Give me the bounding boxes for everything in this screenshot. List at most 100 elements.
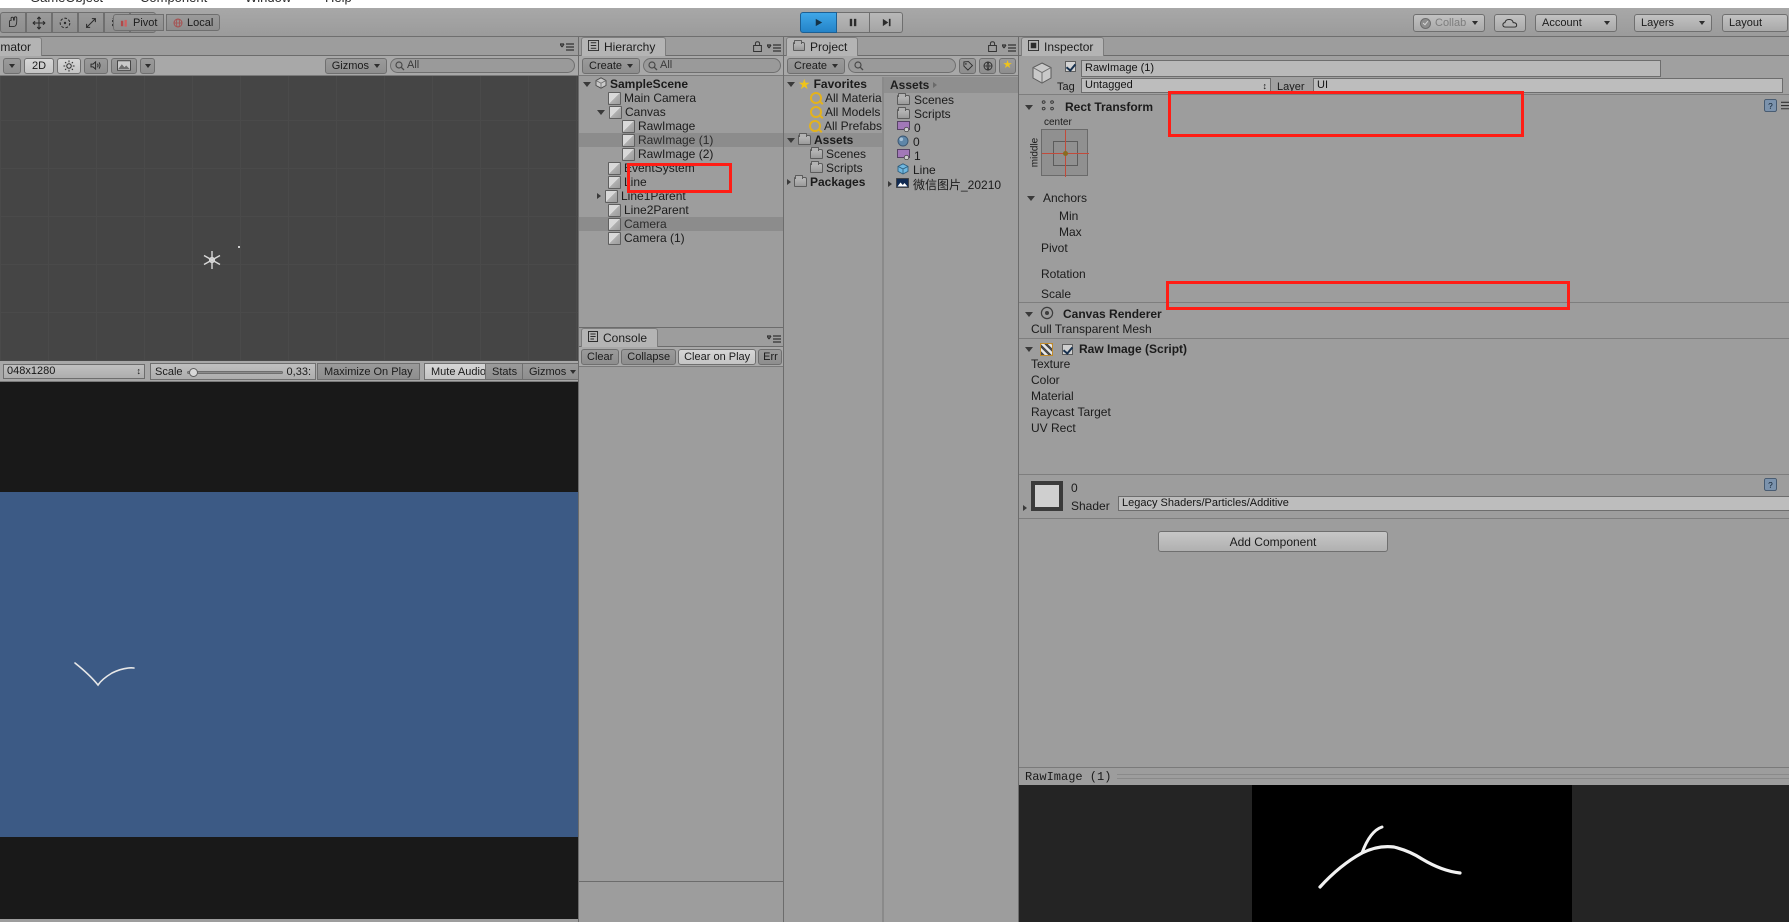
hierarchy-item-main-camera[interactable]: Main Camera xyxy=(579,91,784,105)
console-menu-icon[interactable] xyxy=(766,333,781,347)
hierarchy-item-canvas[interactable]: Canvas xyxy=(579,105,784,119)
maximize-on-play-button[interactable]: Maximize On Play xyxy=(317,363,420,380)
stats-button[interactable]: Stats xyxy=(485,363,525,380)
play-button[interactable] xyxy=(800,12,837,33)
chevron-down-icon[interactable] xyxy=(583,81,591,87)
project-file-item[interactable]: Scenes xyxy=(884,93,1019,107)
add-component-button[interactable]: Add Component xyxy=(1158,531,1388,552)
project-file-item[interactable]: 1 xyxy=(884,149,1019,163)
menu-item-component[interactable]: Component xyxy=(140,0,207,5)
console-clear-on-play-button[interactable]: Clear on Play xyxy=(678,348,757,365)
playback-controls[interactable] xyxy=(800,12,903,33)
console-log-list[interactable] xyxy=(579,368,784,881)
lighting-toggle-button[interactable] xyxy=(57,57,82,74)
rect-transform-settings-icon[interactable] xyxy=(1781,100,1789,114)
game-viewport[interactable] xyxy=(0,382,578,919)
game-scale-slider[interactable] xyxy=(186,367,283,377)
canvas-renderer-header[interactable]: Canvas Renderer xyxy=(1025,306,1162,321)
move-tool-icon[interactable] xyxy=(26,12,52,33)
console-collapse-button[interactable]: Collapse xyxy=(621,348,677,365)
chevron-down-icon[interactable] xyxy=(787,137,795,143)
hierarchy-item-rawimage-1[interactable]: RawImage (1) xyxy=(579,133,784,147)
scene-view-menu-icon[interactable] xyxy=(559,41,574,55)
audio-toggle-button[interactable] xyxy=(84,57,109,74)
toggle-2d-button[interactable]: 2D xyxy=(24,57,55,74)
hierarchy-item-rawimage[interactable]: RawImage xyxy=(579,119,784,133)
project-filter-label-icon[interactable] xyxy=(959,57,976,74)
tab-console[interactable]: Console xyxy=(581,328,659,347)
account-button[interactable]: Account xyxy=(1535,14,1617,32)
project-filter-type-icon[interactable] xyxy=(979,57,996,74)
hierarchy-item-samplescene[interactable]: SampleScene xyxy=(579,77,784,91)
draw-mode-dropdown[interactable] xyxy=(3,57,21,74)
layer-dropdown[interactable]: UI xyxy=(1313,78,1783,93)
hierarchy-search-input[interactable]: All xyxy=(643,58,781,73)
rect-transform-header[interactable]: Rect Transform xyxy=(1025,99,1153,114)
chevron-down-icon[interactable] xyxy=(1025,346,1033,352)
project-tree-item-favorites[interactable]: ★ Favorites xyxy=(784,77,882,91)
object-name-input[interactable]: RawImage (1) xyxy=(1081,60,1661,77)
pause-button[interactable] xyxy=(837,12,870,33)
console-detail-pane[interactable] xyxy=(579,881,784,922)
scale-tool-icon[interactable] xyxy=(78,12,104,33)
menu-item-gameobject[interactable]: GameObject xyxy=(30,0,103,5)
material-preview-swatch[interactable] xyxy=(1031,481,1063,511)
chevron-down-icon[interactable] xyxy=(787,81,795,87)
step-button[interactable] xyxy=(870,12,903,33)
chevron-down-icon[interactable] xyxy=(597,109,605,115)
inspector-preview-header[interactable]: RawImage (1) xyxy=(1019,767,1789,785)
project-tree-item-all-prefabs[interactable]: All Prefabs xyxy=(784,119,882,133)
project-file-list[interactable]: Scenes Scripts 0 0 1 Line 微信图片_20210 xyxy=(884,93,1019,922)
local-toggle-button[interactable]: Local xyxy=(166,14,221,31)
hand-tool-icon[interactable] xyxy=(0,12,26,33)
console-error-pause-button[interactable]: Err xyxy=(758,348,782,365)
project-breadcrumb-label[interactable]: Assets xyxy=(890,78,929,92)
project-menu-icon[interactable] xyxy=(1001,42,1016,56)
menu-item-help[interactable]: Help xyxy=(325,0,352,5)
console-clear-button[interactable]: Clear xyxy=(581,348,620,365)
tab-hierarchy[interactable]: Hierarchy xyxy=(581,37,667,56)
project-favorite-icon[interactable]: ★ xyxy=(999,57,1016,74)
anchors-foldout[interactable]: Anchors xyxy=(1027,191,1087,205)
shader-dropdown[interactable]: Legacy Shaders/Particles/Additive xyxy=(1118,496,1789,511)
game-scale-group[interactable]: Scale 0,33: xyxy=(150,363,316,380)
anchor-preset-widget[interactable] xyxy=(1041,129,1089,177)
game-gizmos-button[interactable]: Gizmos xyxy=(522,363,584,380)
layers-button[interactable]: Layers xyxy=(1634,14,1712,32)
rect-transform-help-icon[interactable]: ? xyxy=(1764,99,1777,115)
project-file-item[interactable]: Scripts xyxy=(884,107,1019,121)
project-left-column[interactable]: ★ Favorites All Materia All Models All Prefa… xyxy=(784,77,882,922)
hierarchy-menu-icon[interactable] xyxy=(766,42,781,56)
chevron-down-icon[interactable] xyxy=(1025,311,1033,317)
chevron-right-icon[interactable] xyxy=(597,193,601,199)
chevron-right-icon[interactable] xyxy=(787,179,791,185)
project-file-item[interactable]: 0 xyxy=(884,121,1019,135)
project-create-button[interactable]: Create xyxy=(787,57,846,74)
mute-audio-button[interactable]: Mute Audio xyxy=(424,363,494,380)
chevron-down-icon[interactable] xyxy=(1027,195,1035,201)
object-enabled-checkbox[interactable] xyxy=(1065,61,1076,72)
collab-button[interactable]: Collab xyxy=(1413,14,1486,32)
pivot-toggle-button[interactable]: Pivot xyxy=(113,14,165,31)
material-block-expand-arrow[interactable] xyxy=(1023,500,1027,514)
scene-viewport[interactable] xyxy=(0,76,578,361)
project-tree-item-scripts[interactable]: Scripts xyxy=(784,161,882,175)
project-tree-item-all-materia[interactable]: All Materia xyxy=(784,91,882,105)
hierarchy-item-rawimage-2[interactable]: RawImage (2) xyxy=(579,147,784,161)
material-settings-icon[interactable]: ? xyxy=(1764,478,1777,494)
chevron-right-icon[interactable] xyxy=(888,181,892,187)
project-file-item[interactable]: 0 xyxy=(884,135,1019,149)
project-file-item[interactable]: 微信图片_20210 xyxy=(884,177,1019,192)
hierarchy-item-line2parent[interactable]: Line2Parent xyxy=(579,203,784,217)
project-lock-icon[interactable] xyxy=(988,41,997,55)
raw-image-enabled-checkbox[interactable] xyxy=(1062,343,1073,355)
game-resolution-dropdown[interactable]: 048x1280 ↕ xyxy=(3,363,145,379)
hierarchy-item-camera[interactable]: Camera xyxy=(579,217,784,231)
raw-image-header[interactable]: Raw Image (Script) xyxy=(1025,342,1187,356)
project-search-input[interactable] xyxy=(848,58,956,73)
tab-inspector[interactable]: Inspector xyxy=(1021,37,1105,56)
gizmos-dropdown-button[interactable]: Gizmos xyxy=(324,57,387,74)
project-tree-item-packages[interactable]: Packages xyxy=(784,175,882,189)
tag-dropdown[interactable]: Untagged ↕ xyxy=(1081,78,1271,93)
layout-button[interactable]: Layout xyxy=(1722,14,1788,32)
